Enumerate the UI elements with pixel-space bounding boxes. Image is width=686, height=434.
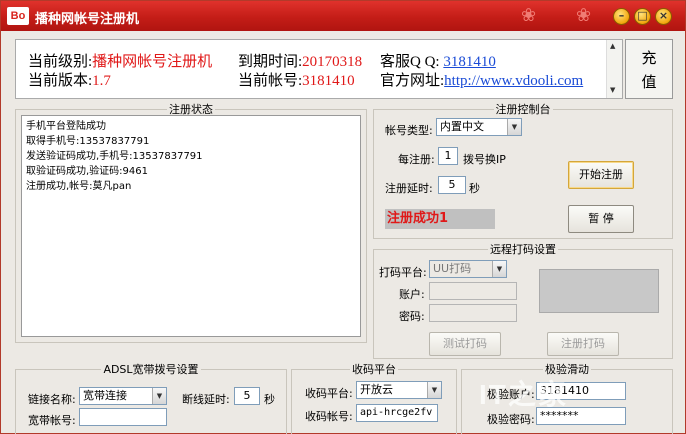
reg-delay-input[interactable]: 5 <box>438 176 466 194</box>
account-label: 当前帐号: <box>238 73 303 89</box>
connection-name-label: 链接名称: <box>28 393 76 406</box>
info-panel: 当前级别:播种网帐号注册机 当前版本:1.7 到期时间:20170318 当前帐… <box>15 39 623 99</box>
captcha-platform-value: UU打码 <box>433 262 472 275</box>
captcha-legend: 远程打码设置 <box>490 243 556 256</box>
captcha-account-label: 账户: <box>399 288 425 301</box>
adsl-legend: ADSL宽带拨号设置 <box>103 363 199 376</box>
chevron-down-icon[interactable]: ▼ <box>427 382 441 398</box>
reg-log[interactable]: 手机平台登陆成功 取得手机号:13537837791 发送验证码成功,手机号:1… <box>21 115 361 337</box>
reg-status-text: 注册成功1 <box>385 209 495 229</box>
current-account: 当前帐号:3181410 <box>238 69 355 90</box>
qq-link[interactable]: 3181410 <box>443 54 496 70</box>
minimize-button[interactable]: – <box>613 8 630 25</box>
chevron-down-icon[interactable]: ▼ <box>492 261 506 277</box>
start-register-button[interactable]: 开始注册 <box>568 161 634 189</box>
window-title: 播种网帐号注册机 <box>35 12 140 27</box>
current-version: 当前版本:1.7 <box>28 69 111 90</box>
maximize-button[interactable]: □ <box>634 8 651 25</box>
connection-name-value: 宽带连接 <box>83 389 127 402</box>
level-value: 播种网帐号注册机 <box>92 54 213 70</box>
close-button[interactable]: × <box>655 8 672 25</box>
reg-console-legend: 注册控制台 <box>495 103 551 116</box>
sms-legend: 收码平台 <box>352 363 396 376</box>
pause-button[interactable]: 暂 停 <box>568 205 634 233</box>
current-level: 当前级别:播种网帐号注册机 <box>28 50 212 71</box>
recharge-label-2: 值 <box>641 73 657 91</box>
log-line: 取验证码成功,验证码:9461 <box>26 166 148 177</box>
verify-password-label: 极验密码: <box>487 413 535 426</box>
broadband-account-input[interactable] <box>79 408 167 426</box>
site-label: 官方网址: <box>380 73 445 89</box>
log-line: 取得手机号:13537837791 <box>26 136 150 147</box>
log-line: 发送验证码成功,手机号:13537837791 <box>26 151 203 162</box>
per-reg-label: 每注册: <box>398 153 435 166</box>
site-link[interactable]: http://www.vdooli.com <box>444 73 583 89</box>
chevron-down-icon[interactable]: ▼ <box>152 388 166 404</box>
captcha-password-label: 密码: <box>399 310 425 323</box>
captcha-account-input[interactable] <box>429 282 517 300</box>
decorative-swirl-icon: ❀ <box>521 5 537 26</box>
watermark: IT之家 <box>479 379 568 410</box>
sms-platform-select[interactable]: 开放云 ▼ <box>356 381 442 399</box>
recharge-label-1: 充 <box>641 49 657 67</box>
sms-platform-label: 收码平台: <box>305 387 353 400</box>
broadband-account-label: 宽带帐号: <box>28 414 76 427</box>
log-line: 注册成功,帐号:莫凡pan <box>26 181 132 192</box>
info-scrollbar[interactable]: ▲ ▼ <box>606 40 622 98</box>
official-site: 官方网址:http://www.vdooli.com <box>380 69 583 90</box>
app-logo-icon: Bo <box>7 7 29 25</box>
sms-account-input[interactable]: api-hrcge2fv <box>356 404 438 422</box>
captcha-password-input[interactable] <box>429 304 517 322</box>
sms-account-label: 收码帐号: <box>305 410 353 423</box>
account-value: 3181410 <box>302 73 355 89</box>
account-type-select[interactable]: 内置中文 ▼ <box>436 118 522 136</box>
account-type-label: 帐号类型: <box>385 124 433 137</box>
log-line: 手机平台登陆成功 <box>26 121 106 132</box>
decorative-swirl-icon: ❀ <box>576 5 592 26</box>
version-value: 1.7 <box>92 73 111 89</box>
reg-delay-unit: 秒 <box>469 182 480 195</box>
expire-value: 20170318 <box>302 54 363 70</box>
account-type-value: 内置中文 <box>440 120 484 133</box>
sms-platform-value: 开放云 <box>360 383 393 396</box>
level-label: 当前级别: <box>28 54 93 70</box>
captcha-platform-select[interactable]: UU打码 ▼ <box>429 260 507 278</box>
expire-time: 到期时间:20170318 <box>238 50 362 71</box>
scroll-up-icon[interactable]: ▲ <box>610 42 615 50</box>
disconnect-delay-input[interactable]: 5 <box>234 387 260 405</box>
captcha-platform-label: 打码平台: <box>379 266 427 279</box>
version-label: 当前版本: <box>28 73 93 89</box>
disconnect-delay-unit: 秒 <box>264 393 275 406</box>
disconnect-delay-label: 断线延时: <box>182 393 230 406</box>
support-qq: 客服Q Q: 3181410 <box>380 50 496 71</box>
expire-label: 到期时间: <box>238 54 303 70</box>
test-captcha-button[interactable]: 测试打码 <box>429 332 501 356</box>
app-window: Bo 播种网帐号注册机 ❀ ❀ – □ × 当前级别:播种网帐号注册机 当前版本… <box>0 0 686 434</box>
recharge-button[interactable]: 充 值 <box>625 39 673 99</box>
captcha-preview <box>539 269 659 313</box>
qq-label: 客服Q Q: <box>380 54 440 70</box>
chevron-down-icon[interactable]: ▼ <box>507 119 521 135</box>
title-bar[interactable]: Bo 播种网帐号注册机 ❀ ❀ – □ × <box>1 1 685 31</box>
per-reg-suffix: 拨号换IP <box>463 153 506 166</box>
scroll-down-icon[interactable]: ▼ <box>610 86 615 94</box>
register-captcha-button[interactable]: 注册打码 <box>547 332 619 356</box>
per-reg-input[interactable]: 1 <box>438 147 458 165</box>
reg-delay-label: 注册延时: <box>385 182 433 195</box>
connection-name-select[interactable]: 宽带连接 ▼ <box>79 387 167 405</box>
